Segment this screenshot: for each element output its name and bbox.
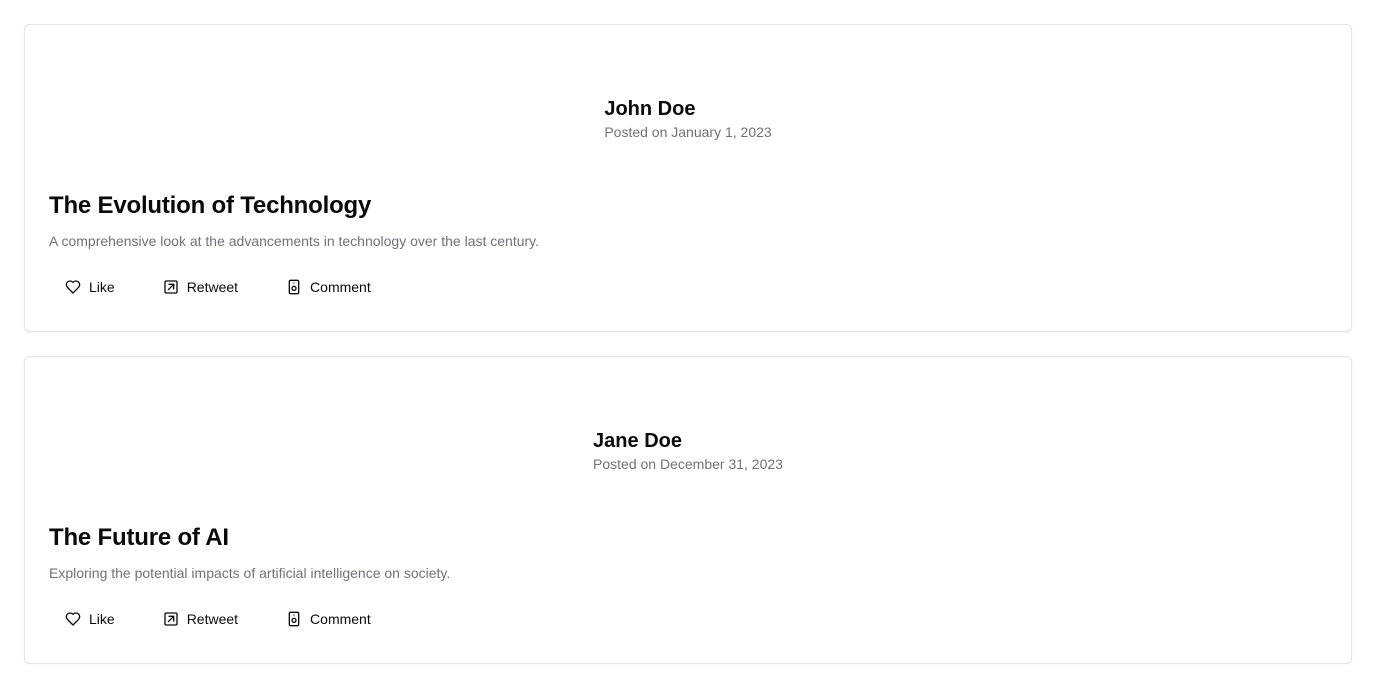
like-button[interactable]: Like [49,271,131,303]
comment-button[interactable]: Comment [270,603,387,635]
comment-icon [286,611,302,627]
author-name: Jane Doe [593,430,682,452]
post-description: A comprehensive look at the advancements… [49,233,540,249]
heart-icon [65,279,81,295]
comment-button[interactable]: Comment [270,271,387,303]
post-author-header: John Doe Posted on January 1, 2023 [25,97,1351,142]
author-name: John Doe [604,98,696,120]
post-card: John Doe Posted on January 1, 2023 The E… [24,24,1352,332]
post-date: Posted on January 1, 2023 [604,124,772,140]
post-date: Posted on December 31, 2023 [593,456,783,472]
post-feed: John Doe Posted on January 1, 2023 The E… [0,0,1376,688]
share-arrow-icon [163,279,179,295]
share-arrow-icon [163,611,179,627]
heart-icon [65,611,81,627]
retweet-label: Retweet [186,611,239,627]
post-card: Jane Doe Posted on December 31, 2023 The… [24,356,1352,664]
like-label: Like [89,611,115,627]
like-button[interactable]: Like [49,603,131,635]
comment-label: Comment [310,279,371,295]
retweet-button[interactable]: Retweet [147,271,254,303]
comment-label: Comment [310,611,371,627]
post-actions: Like Retweet Comment [49,271,403,303]
post-title: The Evolution of Technology [49,192,372,219]
like-label: Like [89,279,115,295]
post-actions: Like Retweet Comment [49,603,403,635]
retweet-label: Retweet [186,279,239,295]
post-title: The Future of AI [49,524,229,551]
post-author-header: Jane Doe Posted on December 31, 2023 [25,429,1351,474]
post-description: Exploring the potential impacts of artif… [49,565,451,581]
retweet-button[interactable]: Retweet [147,603,254,635]
comment-icon [286,279,302,295]
